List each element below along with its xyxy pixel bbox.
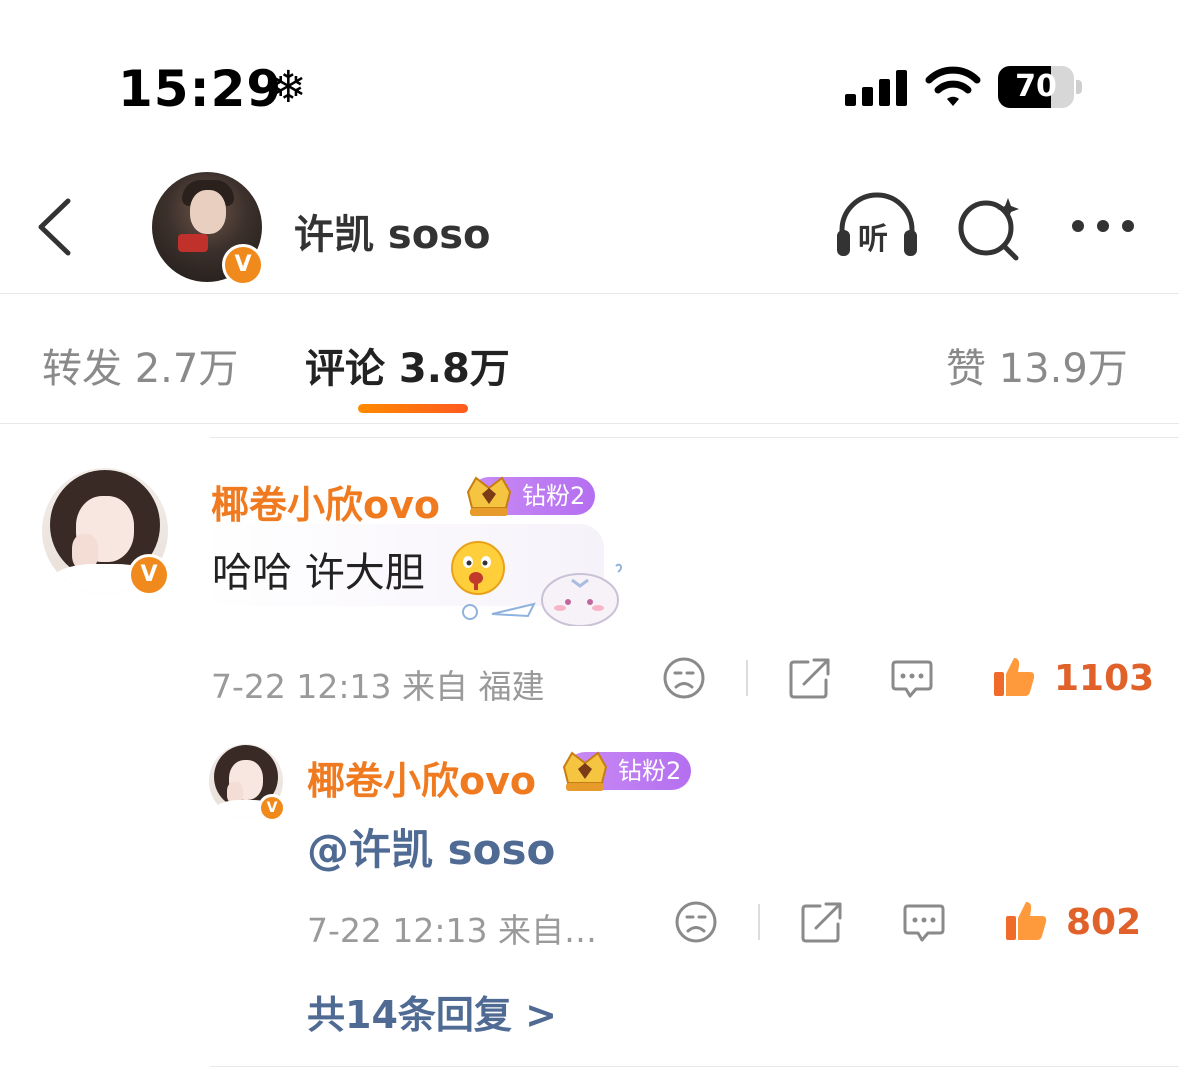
status-bar: 15:29 ❄ 70 — [0, 0, 1179, 150]
comment-top-divider — [210, 437, 1179, 438]
battery-icon: 70 — [998, 66, 1082, 108]
like-icon[interactable] — [992, 654, 1036, 698]
battery-tip — [1076, 80, 1082, 94]
dislike-icon[interactable] — [662, 656, 706, 700]
comment-meta: 7-22 12:13 来自 福建 — [211, 667, 545, 706]
share-icon[interactable] — [800, 900, 844, 944]
header-bar: V 许凯 soso 听 — [0, 160, 1179, 294]
search-icon[interactable] — [956, 194, 1026, 262]
verified-badge-icon: V — [222, 244, 264, 286]
wifi-icon — [925, 66, 981, 106]
reply-like-count[interactable]: 802 — [1066, 902, 1141, 943]
verified-badge-icon: V — [128, 554, 170, 596]
status-time: 15:29 — [118, 60, 283, 118]
battery-percent: 70 — [1015, 69, 1057, 104]
crown-icon — [466, 476, 512, 516]
author-name[interactable]: 许凯 soso — [294, 202, 491, 260]
action-separator — [758, 904, 760, 940]
battery-body: 70 — [998, 66, 1074, 108]
reply-mention-link[interactable]: @许凯 soso — [307, 816, 555, 877]
reply-meta: 7-22 12:13 来自… — [307, 911, 597, 950]
comment-bottom-divider — [210, 1066, 1179, 1067]
listen-label: 听 — [858, 222, 888, 257]
crown-icon — [562, 751, 608, 791]
comment-text: 哈哈 许大胆 — [212, 550, 425, 596]
header-divider — [0, 293, 1179, 294]
tab-comments[interactable]: 评论 3.8万 — [305, 336, 510, 394]
sticker-icon — [462, 563, 623, 626]
dislike-icon[interactable] — [674, 900, 718, 944]
verified-badge-icon: V — [258, 794, 286, 822]
avatar-face — [190, 190, 226, 234]
signal-icon — [845, 70, 907, 106]
view-replies-link[interactable]: 共14条回复 > — [307, 984, 557, 1039]
comment-username[interactable]: 椰卷小欣ovo — [211, 474, 440, 529]
comment-like-count[interactable]: 1103 — [1054, 658, 1154, 699]
like-icon[interactable] — [1004, 898, 1048, 942]
comment-icon[interactable] — [902, 900, 946, 944]
tabs-divider — [0, 423, 1179, 424]
snow-icon: ❄ — [270, 62, 307, 113]
tab-likes[interactable]: 赞 13.9万 — [946, 336, 1128, 394]
action-separator — [746, 660, 748, 696]
tab-bar: 转发 2.7万 评论 3.8万 赞 13.9万 — [0, 296, 1179, 422]
avatar-phone — [178, 234, 208, 252]
tab-reposts[interactable]: 转发 2.7万 — [42, 336, 238, 394]
active-tab-indicator — [358, 404, 468, 413]
back-icon[interactable] — [36, 198, 72, 256]
comment-icon[interactable] — [890, 656, 934, 700]
more-icon[interactable] — [1068, 212, 1138, 238]
share-icon[interactable] — [788, 656, 832, 700]
reply-username[interactable]: 椰卷小欣ovo — [307, 750, 536, 805]
